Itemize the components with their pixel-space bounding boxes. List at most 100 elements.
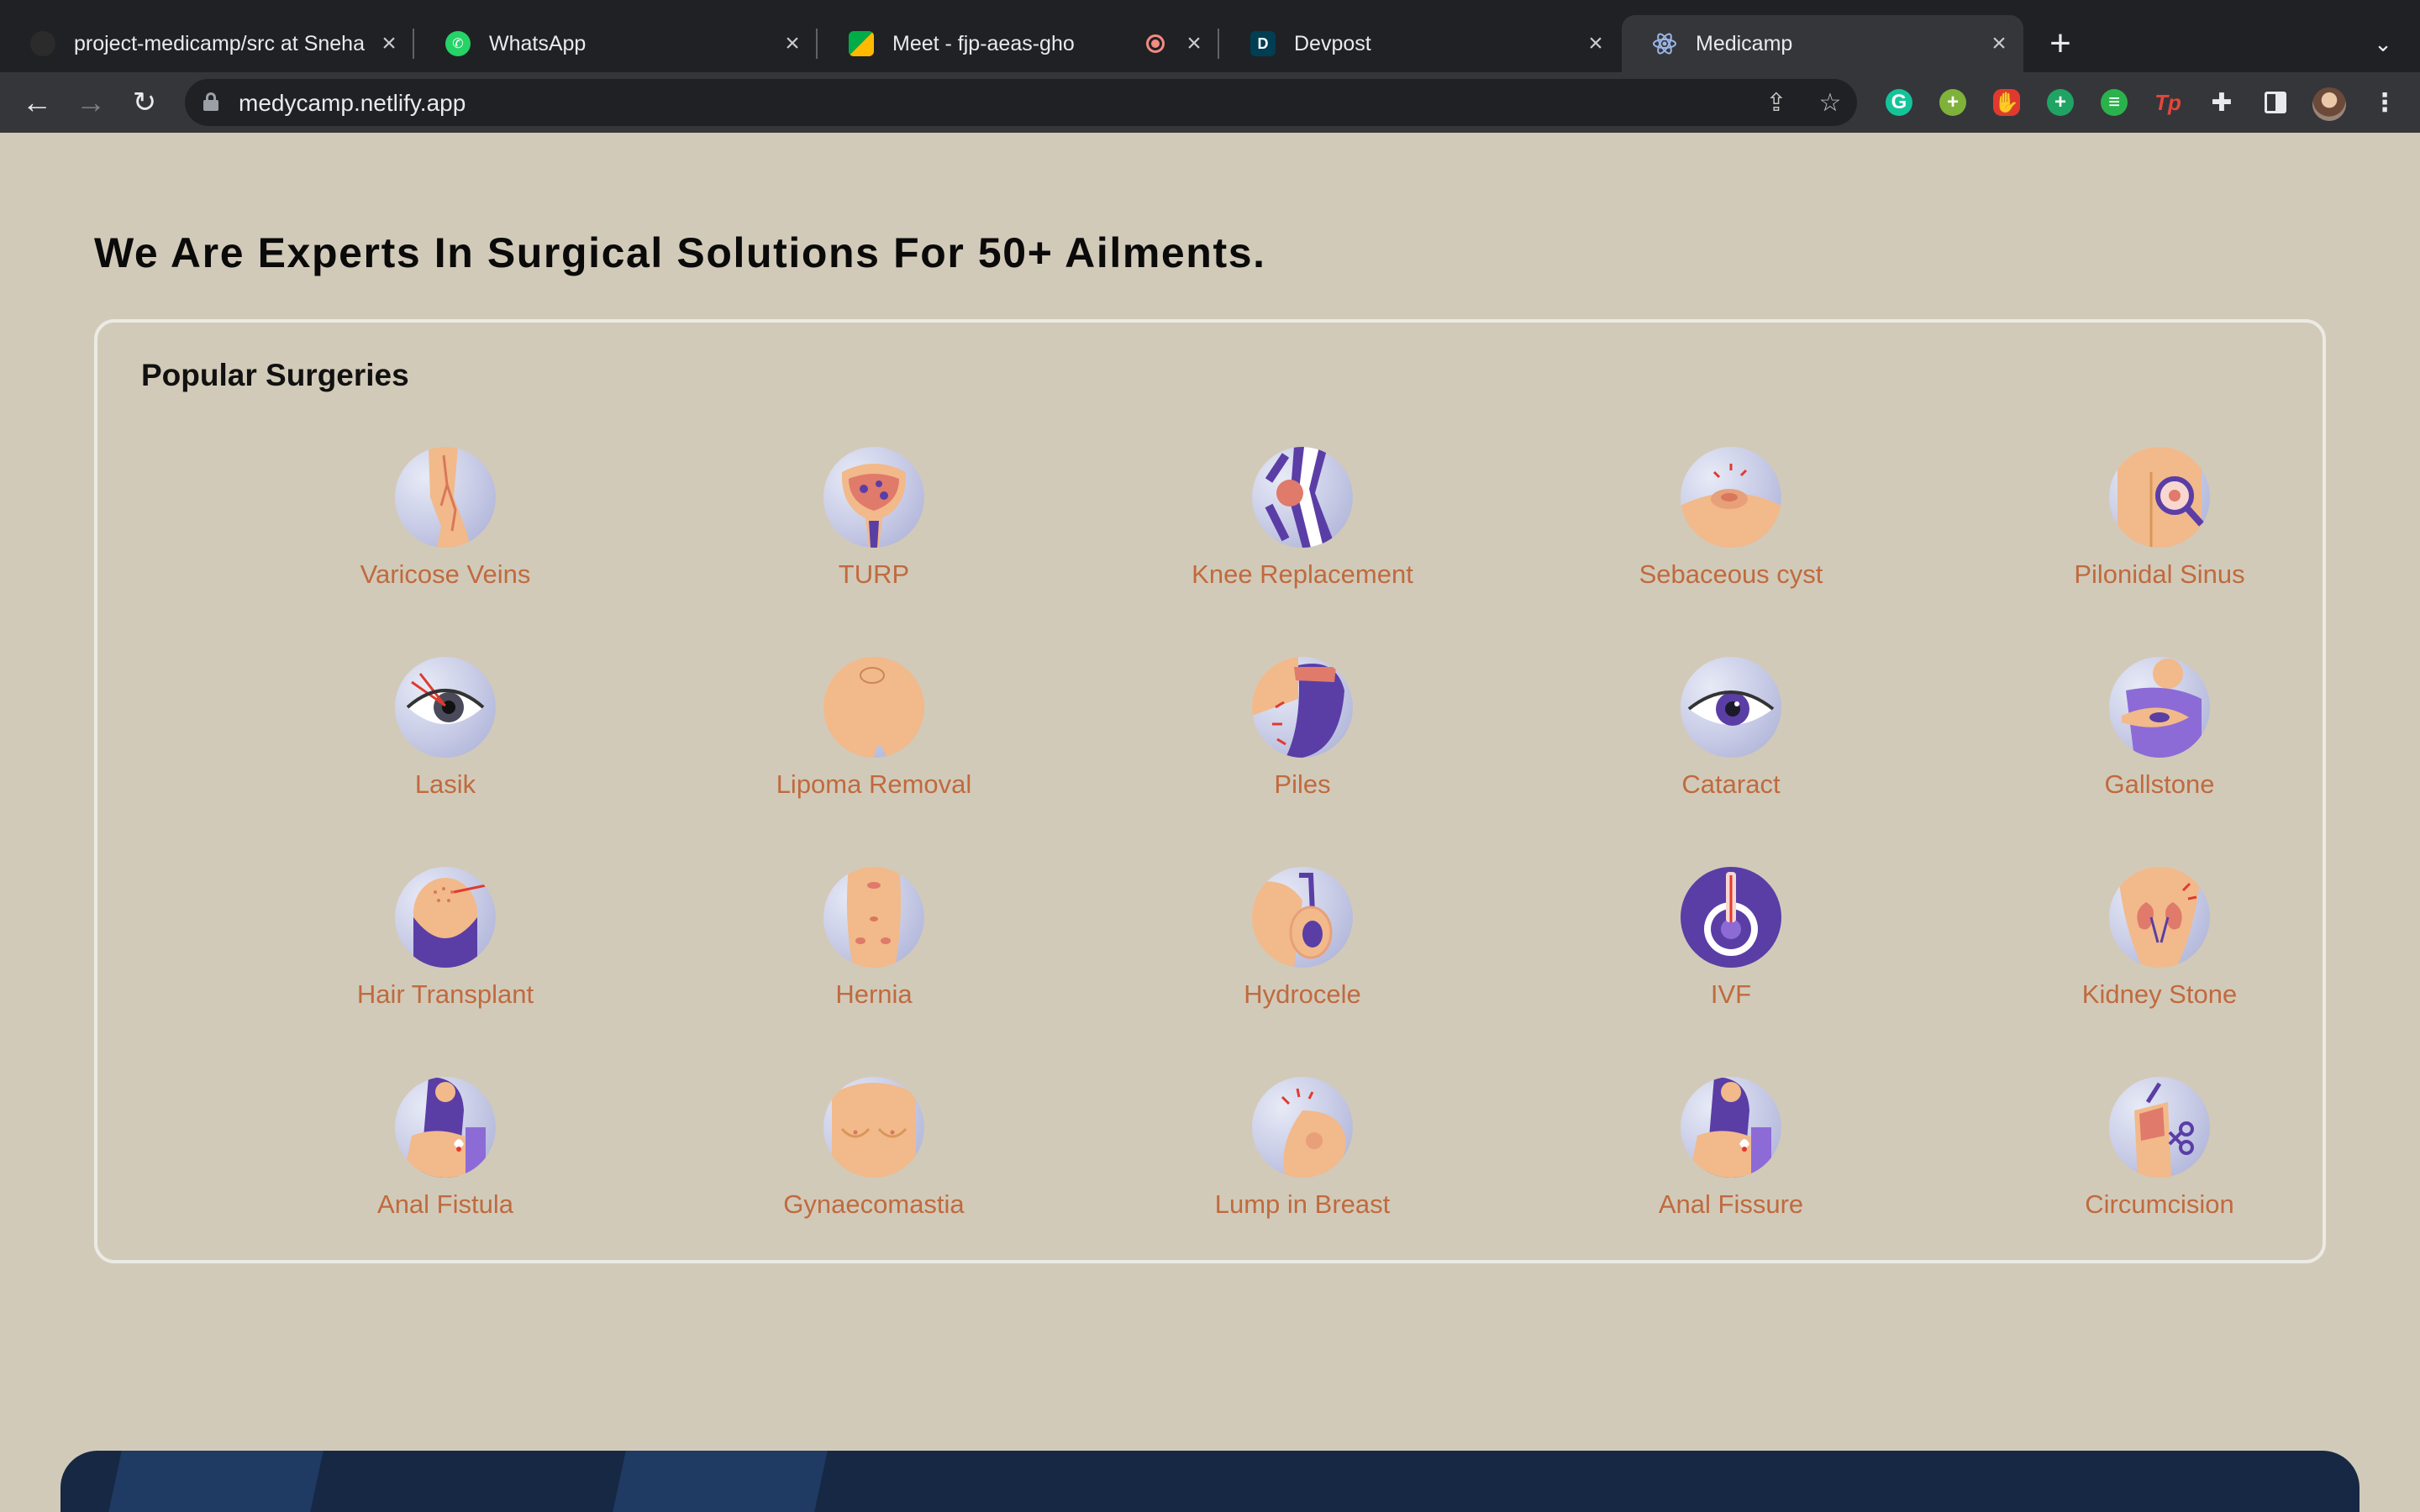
sebaceous-cyst-icon xyxy=(1681,447,1781,548)
surgery-ivf[interactable]: IVF xyxy=(1546,867,1916,1035)
surgery-lipoma-removal[interactable]: Lipoma Removal xyxy=(689,657,1059,825)
forward-arrow-icon[interactable]: → xyxy=(69,81,113,124)
bookmark-star-icon[interactable]: ☆ xyxy=(1813,86,1847,119)
kebab-menu-icon[interactable]: ⋮ xyxy=(2368,86,2402,119)
gallstone-icon xyxy=(2109,657,2210,758)
gynaecomastia-icon xyxy=(823,1077,924,1178)
surgery-label: Sebaceous cyst xyxy=(1639,559,1823,589)
react-icon xyxy=(1652,31,1677,56)
surgery-label: Gynaecomastia xyxy=(783,1189,965,1219)
footer-banner xyxy=(60,1451,2360,1512)
anal-fissure-icon xyxy=(1681,1077,1781,1178)
page-title: We Are Experts In Surgical Solutions For… xyxy=(94,229,1266,276)
add-green-icon[interactable]: + xyxy=(1936,86,1970,119)
surgery-gallstone[interactable]: Gallstone xyxy=(1975,657,2344,825)
close-tab-icon[interactable]: × xyxy=(778,29,807,58)
tp-icon[interactable]: Tp xyxy=(2151,86,2185,119)
knee-replacement-icon xyxy=(1252,447,1353,548)
surgery-cataract[interactable]: Cataract xyxy=(1546,657,1916,825)
surgery-anal-fissure[interactable]: Anal Fissure xyxy=(1546,1077,1916,1245)
share-icon[interactable]: ⇪ xyxy=(1760,86,1793,119)
surgery-piles[interactable]: Piles xyxy=(1118,657,1487,825)
surgery-knee-replacement[interactable]: Knee Replacement xyxy=(1118,447,1487,615)
surgery-label: Lump in Breast xyxy=(1214,1189,1391,1219)
tab-medicamp[interactable]: Medicamp × xyxy=(1622,15,2023,72)
surgery-sebaceous-cyst[interactable]: Sebaceous cyst xyxy=(1546,447,1916,615)
close-tab-icon[interactable]: × xyxy=(375,29,403,58)
close-tab-icon[interactable]: × xyxy=(1180,29,1208,58)
surgery-label: Pilonidal Sinus xyxy=(2074,559,2245,589)
circumcision-icon xyxy=(2109,1077,2210,1178)
tab-search-chevron-icon[interactable]: ⌄ xyxy=(2365,25,2402,62)
surgery-label: Kidney Stone xyxy=(2081,979,2238,1009)
surgery-gynaecomastia[interactable]: Gynaecomastia xyxy=(689,1077,1059,1245)
hydrocele-icon xyxy=(1252,867,1353,968)
close-tab-icon[interactable]: × xyxy=(1985,29,2013,58)
address-bar[interactable]: medycamp.netlify.app ⇪ ☆ xyxy=(185,79,1857,126)
surgery-label: Cataract xyxy=(1681,769,1781,799)
url-text: medycamp.netlify.app xyxy=(239,90,466,116)
surgery-label: Hydrocele xyxy=(1244,979,1361,1009)
surgery-turp[interactable]: TURP xyxy=(689,447,1059,615)
tab-github[interactable]: project-medicamp/src at Sneha × xyxy=(0,15,414,72)
lock-icon xyxy=(203,92,218,111)
profile-avatar[interactable] xyxy=(2312,87,2346,121)
surgery-label: Hernia xyxy=(835,979,913,1009)
tab-devpost[interactable]: D Devpost × xyxy=(1220,15,1620,72)
surgery-label: Circumcision xyxy=(2085,1189,2234,1219)
github-icon xyxy=(30,31,55,56)
surgery-anal-fistula[interactable]: Anal Fistula xyxy=(260,1077,630,1245)
popular-surgeries-card: Popular Surgeries Varicose Veins TURP Kn… xyxy=(94,319,2326,1263)
surgery-circumcision[interactable]: Circumcision xyxy=(1975,1077,2344,1245)
surgery-label: TURP xyxy=(838,559,910,589)
reload-icon[interactable]: ↻ xyxy=(123,81,166,124)
turp-icon xyxy=(823,447,924,548)
sidebar-icon[interactable] xyxy=(2259,86,2292,119)
surgeries-grid: Varicose Veins TURP Knee Replacement Seb… xyxy=(97,447,2323,1236)
chat-bubble-icon[interactable]: ≡ xyxy=(2097,86,2131,119)
surgery-hair-transplant[interactable]: Hair Transplant xyxy=(260,867,630,1035)
grammarly-icon[interactable]: G xyxy=(1882,86,1916,119)
lasik-icon xyxy=(395,657,496,758)
tab-google-meet[interactable]: Meet - fjp-aeas-gho × xyxy=(818,15,1219,72)
surgery-hernia[interactable]: Hernia xyxy=(689,867,1059,1035)
surgery-label: Varicose Veins xyxy=(360,559,531,589)
new-tab-button[interactable]: + xyxy=(2040,23,2081,64)
tab-whatsapp[interactable]: ✆ WhatsApp × xyxy=(415,15,818,72)
varicose-veins-icon xyxy=(395,447,496,548)
surgery-label: Lasik xyxy=(414,769,476,799)
browser-toolbar: ← → ↻ medycamp.netlify.app ⇪ ☆ G + ✋ + ≡… xyxy=(0,72,2420,133)
surgery-label: Anal Fistula xyxy=(377,1189,513,1219)
back-arrow-icon[interactable]: ← xyxy=(15,81,59,124)
ivf-icon xyxy=(1681,867,1781,968)
surgery-lump-in-breast[interactable]: Lump in Breast xyxy=(1118,1077,1487,1245)
surgery-label: Knee Replacement xyxy=(1192,559,1413,589)
section-title: Popular Surgeries xyxy=(141,358,409,392)
surgery-label: Gallstone xyxy=(2104,769,2215,799)
surgery-label: IVF xyxy=(1710,979,1752,1009)
surgery-label: Hair Transplant xyxy=(356,979,534,1009)
surgery-kidney-stone[interactable]: Kidney Stone xyxy=(1975,867,2344,1035)
adblock-icon[interactable]: ✋ xyxy=(1990,86,2023,119)
surgery-label: Anal Fissure xyxy=(1658,1189,1804,1219)
surgery-varicose-veins[interactable]: Varicose Veins xyxy=(260,447,630,615)
hair-transplant-icon xyxy=(395,867,496,968)
tab-title: Medicamp xyxy=(1696,31,1793,55)
add-circle-icon[interactable]: + xyxy=(2044,86,2077,119)
close-tab-icon[interactable]: × xyxy=(1581,29,1610,58)
hernia-icon xyxy=(823,867,924,968)
tab-title: project-medicamp/src at Sneha xyxy=(74,31,365,55)
tab-title: WhatsApp xyxy=(489,31,587,55)
surgery-label: Lipoma Removal xyxy=(776,769,972,799)
lump-in-breast-icon xyxy=(1252,1077,1353,1178)
recording-icon xyxy=(1146,34,1165,53)
surgery-lasik[interactable]: Lasik xyxy=(260,657,630,825)
devpost-icon: D xyxy=(1250,31,1276,56)
piles-icon xyxy=(1252,657,1353,758)
google-meet-icon xyxy=(849,31,874,56)
puzzle-extensions-icon[interactable]: ✚ xyxy=(2205,86,2238,119)
cataract-icon xyxy=(1681,657,1781,758)
surgery-pilonidal-sinus[interactable]: Pilonidal Sinus xyxy=(1975,447,2344,615)
whatsapp-icon: ✆ xyxy=(445,31,471,56)
surgery-hydrocele[interactable]: Hydrocele xyxy=(1118,867,1487,1035)
